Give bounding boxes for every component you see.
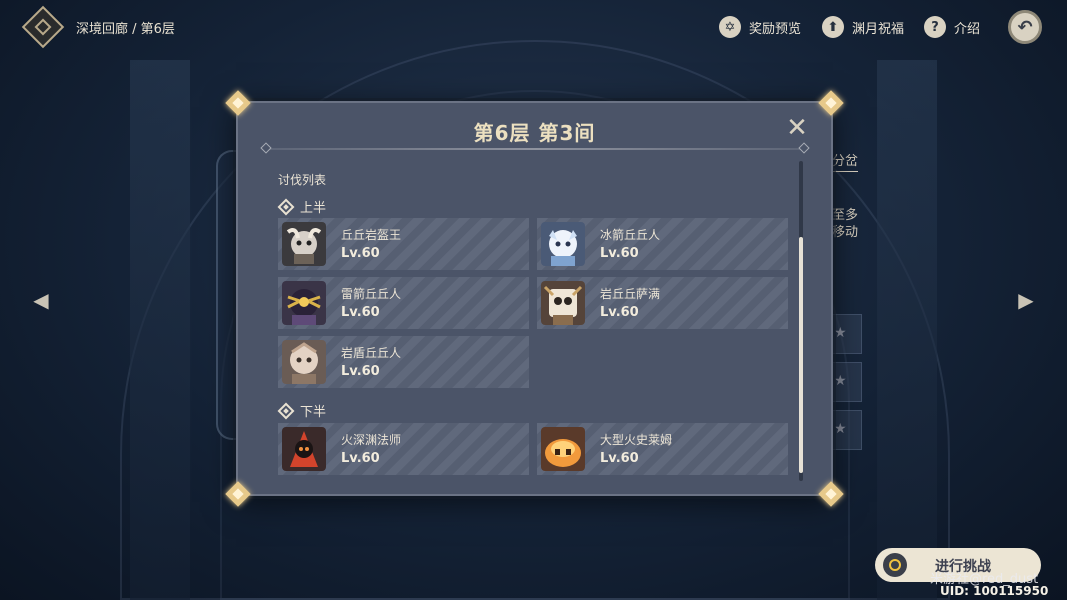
star-icon: ★ <box>834 373 847 389</box>
pyro-abyss-mage-portrait <box>282 427 326 471</box>
enemy-card[interactable]: 雷箭丘丘人 Lv.60 <box>278 277 529 329</box>
diamond-icon <box>277 402 295 419</box>
corner-ornament <box>225 90 251 116</box>
enemy-card[interactable]: 丘丘岩盔王 Lv.60 <box>278 218 529 270</box>
next-chamber-arrow-icon[interactable]: ▶ <box>1013 286 1039 314</box>
electro-archer-portrait <box>282 281 326 325</box>
star-icon: ✡ <box>719 16 741 38</box>
enemy-level: Lv.60 <box>600 305 639 320</box>
enemy-level: Lv.60 <box>341 451 380 466</box>
reward-preview-button[interactable]: ✡ 奖励预览 <box>719 14 801 40</box>
first-half-header: 上半 <box>277 197 327 216</box>
enemy-name: 大型火史莱姆 <box>600 433 673 447</box>
blessing-button[interactable]: ⬆ 渊月祝福 <box>822 14 904 40</box>
back-arrow-icon: ↶ <box>1017 16 1033 38</box>
enemy-level: Lv.60 <box>341 364 380 379</box>
background-text-fragment: 移动 <box>832 225 859 240</box>
enemy-card[interactable]: 冰箭丘丘人 Lv.60 <box>537 218 788 270</box>
intro-button[interactable]: ? 介绍 <box>924 14 980 40</box>
close-icon: ✕ <box>786 113 808 143</box>
enemy-card[interactable]: 火深渊法师 Lv.60 <box>278 423 529 475</box>
enemy-card[interactable]: 岩盾丘丘人 Lv.60 <box>278 336 529 388</box>
enemy-list-scroll-area[interactable]: 讨伐列表 上半 丘丘岩盔王 Lv.60 冰箭丘丘人 Lv.60 雷箭丘丘人 Lv <box>277 161 798 481</box>
background-branch-label: 分岔 <box>832 150 859 172</box>
background-star-slot: ★ <box>832 362 862 402</box>
enemy-name: 岩盾丘丘人 <box>341 346 402 360</box>
help-icon: ? <box>924 16 946 38</box>
second-half-label: 下半 <box>300 405 327 420</box>
star-icon: ★ <box>834 421 847 437</box>
diamond-icon <box>277 198 295 215</box>
enemy-card[interactable]: 岩丘丘萨满 Lv.60 <box>537 277 788 329</box>
blessing-label: 渊月祝福 <box>852 21 905 37</box>
enemy-name: 岩丘丘萨满 <box>600 287 661 301</box>
background-pillar-left <box>130 60 190 600</box>
scrollbar-thumb[interactable] <box>799 237 803 473</box>
enemy-name: 冰箭丘丘人 <box>600 228 661 242</box>
first-half-label: 上半 <box>300 201 327 216</box>
upload-icon: ⬆ <box>822 16 844 38</box>
background-star-slot: ★ <box>832 314 862 354</box>
enemy-name: 丘丘岩盔王 <box>341 228 402 242</box>
uid-label: UID: 100115950 <box>940 584 1049 598</box>
pyro-slime-portrait <box>541 427 585 471</box>
enemy-name: 火深渊法师 <box>341 433 402 447</box>
enemy-card[interactable]: 大型火史莱姆 Lv.60 <box>537 423 788 475</box>
enemy-level: Lv.60 <box>600 451 639 466</box>
enemy-level: Lv.60 <box>600 246 639 261</box>
star-icon: ★ <box>834 325 847 341</box>
previous-chamber-arrow-icon[interactable]: ◀ <box>28 286 54 314</box>
hilichurl-king-portrait <box>282 222 326 266</box>
back-button[interactable]: ↶ <box>1008 10 1042 44</box>
intro-label: 介绍 <box>954 21 981 37</box>
challenge-icon <box>883 553 907 577</box>
list-title: 讨伐列表 <box>278 173 327 187</box>
abyss-crest-icon <box>21 5 65 49</box>
background-pillar-right <box>877 60 937 600</box>
modal-title: 第6层 第3间 <box>473 121 596 145</box>
top-bar: 深境回廊 / 第6层 ✡ 奖励预览 ⬆ 渊月祝福 ? 介绍 ↶ <box>0 0 1067 54</box>
geo-shaman-portrait <box>541 281 585 325</box>
enemy-name: 雷箭丘丘人 <box>341 287 402 301</box>
title-divider <box>264 148 808 150</box>
cryo-archer-portrait <box>541 222 585 266</box>
corner-ornament <box>818 90 844 116</box>
close-button[interactable]: ✕ <box>784 115 810 141</box>
breadcrumb: 深境回廊 / 第6层 <box>76 22 175 37</box>
geo-shield-portrait <box>282 340 326 384</box>
enemy-level: Lv.60 <box>341 246 380 261</box>
reward-preview-label: 奖励预览 <box>749 21 802 37</box>
enemy-level: Lv.60 <box>341 305 380 320</box>
second-half-header: 下半 <box>277 401 327 420</box>
background-star-slot: ★ <box>832 410 862 450</box>
enemy-list-modal: 第6层 第3间 ✕ 讨伐列表 上半 丘丘岩盔王 Lv.60 冰箭丘丘人 Lv.6… <box>225 90 844 507</box>
